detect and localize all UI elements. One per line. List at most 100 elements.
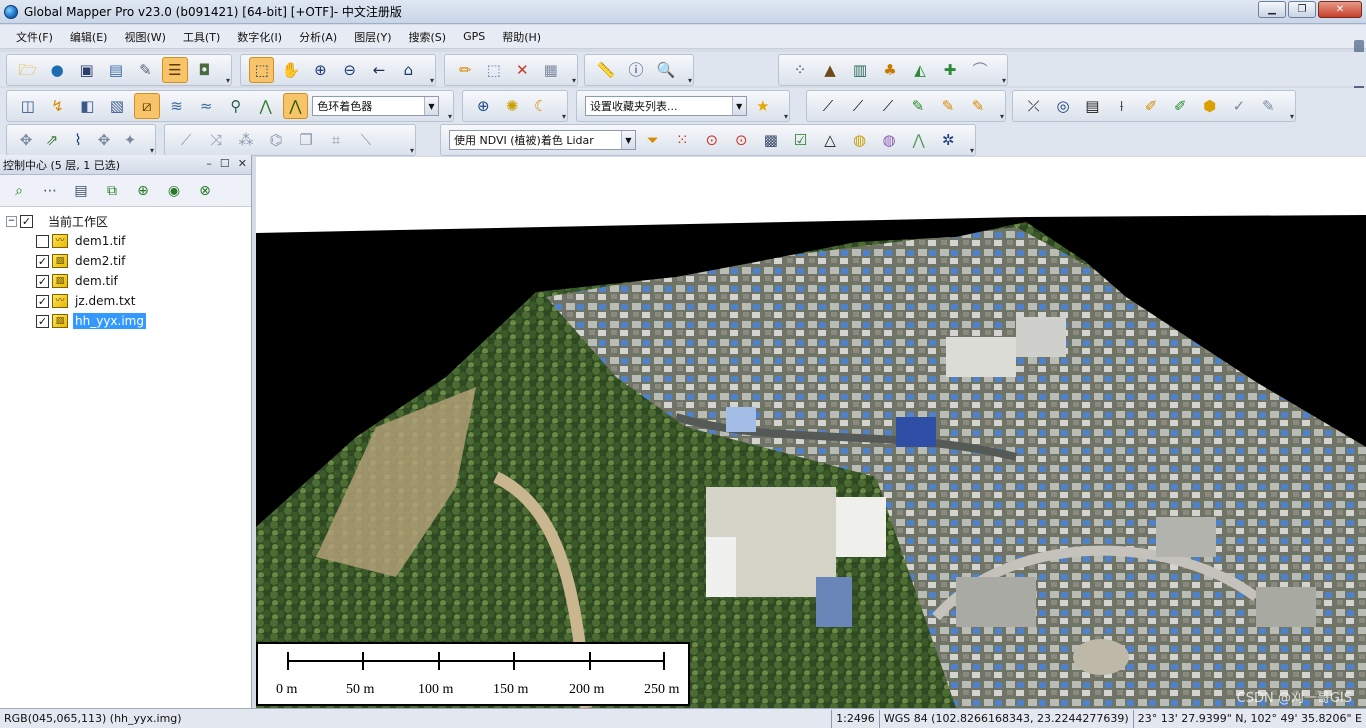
- pencil-yellow-icon[interactable]: ✐: [1138, 93, 1163, 119]
- overlay-control-icon[interactable]: ☰: [162, 57, 188, 83]
- zoom-out-icon[interactable]: ⊖: [337, 57, 362, 83]
- panel-close-button[interactable]: ✕: [238, 157, 247, 170]
- triangle-icon[interactable]: △: [817, 127, 843, 153]
- ruler-grid-icon[interactable]: ▤: [1080, 93, 1105, 119]
- globe-icon[interactable]: ●: [44, 57, 69, 83]
- smooth-line-icon[interactable]: ✎: [935, 93, 961, 119]
- create-line-3-icon[interactable]: ⟋: [875, 93, 901, 119]
- vertex-path-icon[interactable]: ⌇: [67, 127, 89, 153]
- workspace-checkbox[interactable]: ✓: [20, 214, 33, 228]
- hydrology-icon[interactable]: ⚲: [223, 93, 249, 119]
- lidar-color-select[interactable]: 使用 NDVI (植被)着色 Lidar ▼: [449, 130, 636, 150]
- map-layout-icon[interactable]: ◘: [192, 57, 217, 83]
- shader-mountain-active-icon[interactable]: ⋀: [282, 93, 309, 119]
- crop-icon[interactable]: ⌗: [323, 127, 349, 153]
- palette-2-icon[interactable]: ◍: [876, 127, 902, 153]
- view-shed-icon[interactable]: ◭: [907, 57, 933, 83]
- terrain-mountain-icon[interactable]: ▲: [817, 57, 843, 83]
- layer-checkbox[interactable]: [36, 234, 49, 248]
- menu-view[interactable]: 视图(W): [122, 27, 167, 47]
- config-window-icon[interactable]: ▤: [103, 57, 128, 83]
- digitizer-select-icon[interactable]: ⬚: [249, 57, 275, 83]
- checkmark-icon[interactable]: ✓: [1226, 93, 1251, 119]
- create-line-icon[interactable]: ⟋: [815, 93, 841, 119]
- settings-sun-icon[interactable]: ✺: [500, 93, 525, 119]
- layer-checkbox[interactable]: ✓: [36, 314, 49, 328]
- layer-checkbox[interactable]: ✓: [36, 254, 49, 268]
- move-vertex-icon[interactable]: ✥: [15, 127, 37, 153]
- layer-checkbox[interactable]: ✓: [36, 274, 49, 288]
- point-cloud-select-icon[interactable]: ⁙: [669, 127, 695, 153]
- measure-line-icon[interactable]: ⤫: [1021, 93, 1046, 119]
- lidar-grid-icon[interactable]: ▩: [758, 127, 784, 153]
- draw-line-icon[interactable]: ⟋: [173, 127, 199, 153]
- maximize-button[interactable]: ❐: [1288, 1, 1316, 18]
- lidar-search-icon[interactable]: ⊙: [699, 127, 725, 153]
- home-icon[interactable]: ⌂: [396, 57, 421, 83]
- slope-shade-icon[interactable]: ⧄: [133, 93, 160, 119]
- star-icon[interactable]: ★: [751, 93, 775, 119]
- chevron-down-icon[interactable]: ▼: [731, 97, 746, 115]
- menu-help[interactable]: 帮助(H): [500, 27, 543, 47]
- layer-checkbox[interactable]: ✓: [36, 294, 49, 308]
- layer-label[interactable]: hh_yyx.img: [73, 313, 146, 329]
- minimize-button[interactable]: ▁: [1258, 1, 1286, 18]
- menu-search[interactable]: 搜索(S): [407, 27, 449, 47]
- chevron-down-icon[interactable]: ▼: [423, 97, 438, 115]
- rotate-icon[interactable]: ⇗: [41, 127, 63, 153]
- shader-select[interactable]: 色环着色器 ▼: [312, 96, 439, 116]
- pencil-icon[interactable]: ✏: [453, 57, 478, 83]
- layer-item[interactable]: ✓ 〰 jz.dem.txt: [6, 291, 251, 311]
- brush-icon[interactable]: ⌒: [967, 57, 993, 83]
- search-doc-icon[interactable]: 🔍: [653, 57, 679, 83]
- classify-icon[interactable]: ✲: [935, 127, 961, 153]
- water-level-icon[interactable]: ≋: [164, 93, 190, 119]
- target-icon[interactable]: ◎: [1050, 93, 1075, 119]
- world-grid-icon[interactable]: ⊕: [471, 93, 496, 119]
- move-icon[interactable]: ✥: [93, 127, 115, 153]
- menu-gps[interactable]: GPS: [461, 28, 487, 45]
- info-icon[interactable]: ⓘ: [623, 57, 649, 83]
- chevron-down-icon[interactable]: ▼: [620, 131, 635, 149]
- mountain-shader-icon[interactable]: ⋀: [253, 93, 279, 119]
- layer-item-selected[interactable]: ✓ ▨ hh_yyx.img: [6, 311, 251, 331]
- copy-shape-icon[interactable]: ❐: [293, 127, 319, 153]
- network-icon[interactable]: ⌬: [263, 127, 289, 153]
- pencil-green-icon[interactable]: ✐: [1168, 93, 1193, 119]
- 3d-split-icon[interactable]: ◧: [74, 93, 100, 119]
- layer-label[interactable]: jz.dem.txt: [73, 293, 137, 309]
- map-view[interactable]: 0 m 50 m 100 m 150 m 200 m 250 m CSDN @刈…: [256, 157, 1366, 708]
- options-dots-icon[interactable]: ⋯: [37, 178, 63, 204]
- layer-zoom-icon[interactable]: ⊕: [130, 178, 156, 204]
- save-icon[interactable]: ▣: [74, 57, 99, 83]
- ruler-icon[interactable]: ⟍: [353, 127, 379, 153]
- point-cloud-icon[interactable]: ⁘: [787, 57, 813, 83]
- palette-icon[interactable]: ◍: [847, 127, 873, 153]
- collapse-icon[interactable]: −: [6, 215, 17, 227]
- layer-item[interactable]: 〰 dem1.tif: [6, 231, 251, 251]
- layer-item[interactable]: ✓ ▨ dem.tif: [6, 271, 251, 291]
- split-line-icon[interactable]: ✎: [965, 93, 991, 119]
- puzzle-icon[interactable]: ✚: [937, 57, 963, 83]
- workspace-node[interactable]: − ✓ 当前工作区: [6, 211, 251, 231]
- delete-x-icon[interactable]: ✕: [510, 57, 535, 83]
- menu-layer[interactable]: 图层(Y): [352, 27, 393, 47]
- polygon-icon[interactable]: ⬢: [1197, 93, 1222, 119]
- pan-hand-icon[interactable]: ✋: [278, 57, 303, 83]
- moon-icon[interactable]: ☾: [528, 93, 553, 119]
- layer-close-icon[interactable]: ⊗: [192, 178, 218, 204]
- edit-line-icon[interactable]: ✎: [905, 93, 931, 119]
- layer-label[interactable]: dem1.tif: [73, 233, 127, 249]
- select-box-icon[interactable]: ⬚: [482, 57, 507, 83]
- map-canvas[interactable]: [256, 157, 1366, 708]
- create-line-2-icon[interactable]: ⟋: [845, 93, 871, 119]
- offset-line-icon[interactable]: ⟊: [1109, 93, 1134, 119]
- menu-edit[interactable]: 编辑(E): [68, 27, 110, 47]
- menu-digitize[interactable]: 数字化(I): [235, 27, 284, 47]
- wrench-icon[interactable]: ✎: [133, 57, 158, 83]
- layer-add-icon[interactable]: ⧉: [99, 178, 125, 204]
- layer-label[interactable]: dem.tif: [73, 273, 120, 289]
- attribute-table-icon[interactable]: ▤: [68, 178, 94, 204]
- favorites-select[interactable]: 设置收藏夹列表... ▼: [585, 96, 747, 116]
- connect-icon[interactable]: ⤨: [203, 127, 229, 153]
